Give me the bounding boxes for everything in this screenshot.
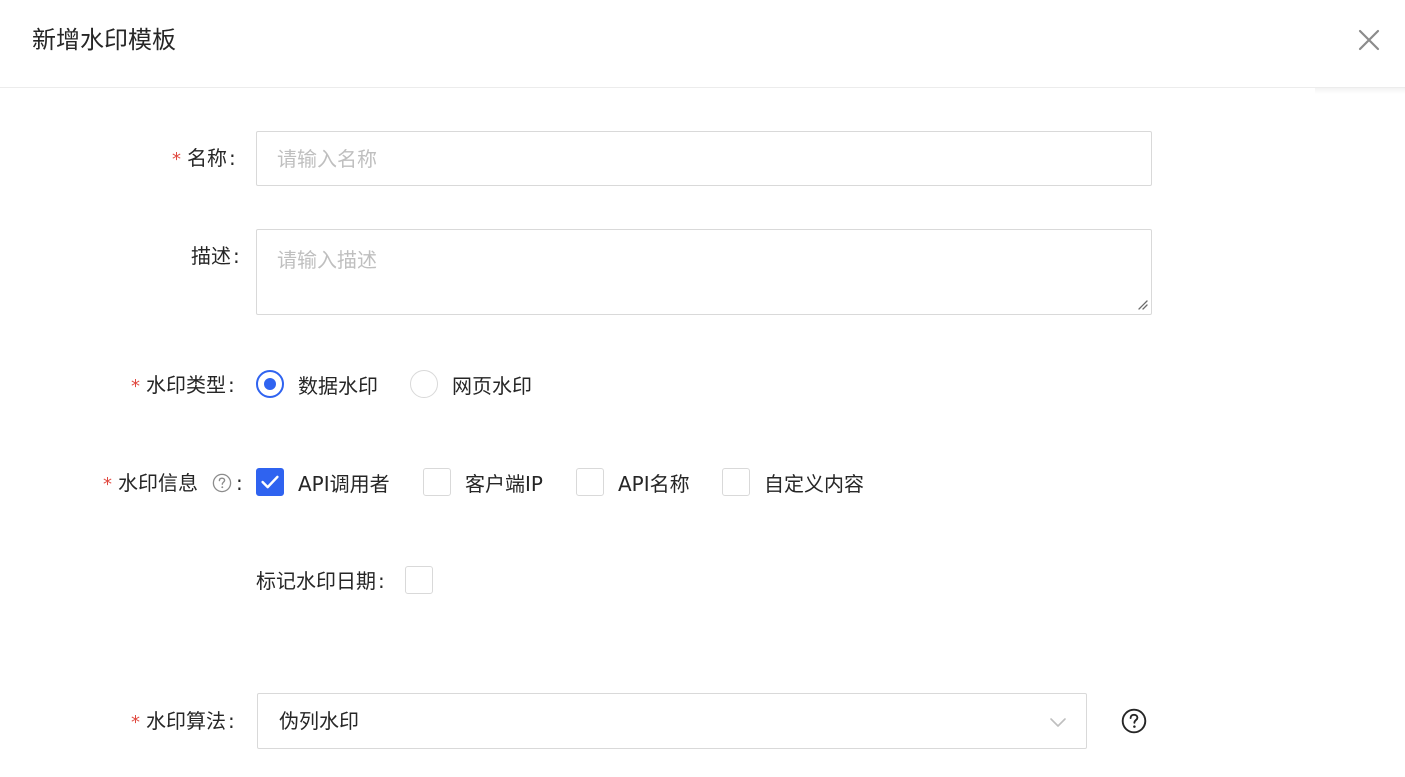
watermark-info-colon: :: [236, 471, 243, 495]
mark-date-label: 标记水印日期:: [256, 567, 385, 595]
resize-grip-icon[interactable]: [1136, 298, 1148, 310]
label-colon: :: [229, 146, 236, 170]
watermark-info-label-text: 水印信息: [118, 471, 198, 495]
close-icon[interactable]: [1356, 27, 1382, 53]
algorithm-select-value: 伪列水印: [279, 709, 359, 733]
radio-data-watermark-label[interactable]: 数据水印: [298, 372, 378, 400]
checkbox-custom-content[interactable]: [722, 468, 750, 496]
checkbox-client-ip-label[interactable]: 客户端IP: [465, 470, 543, 498]
checkbox-api-name-label[interactable]: API名称: [618, 470, 690, 498]
mark-date-label-text: 标记水印日期: [256, 569, 376, 593]
label-colon: :: [228, 373, 235, 397]
required-mark: *: [172, 149, 181, 170]
algorithm-label: * 水印算法:: [131, 707, 235, 737]
watermark-info-label: * 水印信息: [103, 469, 198, 499]
watermark-type-label: * 水印类型:: [131, 371, 235, 401]
required-mark: *: [131, 712, 140, 733]
required-mark: *: [103, 474, 112, 495]
name-input[interactable]: [256, 131, 1152, 186]
algorithm-select[interactable]: 伪列水印: [257, 693, 1087, 749]
checkbox-client-ip[interactable]: [423, 468, 451, 496]
header-shadow: [1315, 88, 1405, 94]
description-label-text: 描述: [191, 244, 231, 268]
question-circle-icon[interactable]: [1121, 708, 1147, 734]
radio-data-watermark[interactable]: [256, 370, 284, 398]
checkbox-custom-content-label[interactable]: 自定义内容: [764, 470, 864, 498]
watermark-type-label-text: 水印类型: [146, 373, 226, 397]
chevron-down-icon: [1050, 718, 1066, 727]
radio-web-watermark-label[interactable]: 网页水印: [452, 372, 532, 400]
check-icon: [261, 475, 279, 489]
description-textarea[interactable]: [256, 229, 1152, 315]
description-label: 描述:: [191, 242, 240, 270]
question-circle-icon[interactable]: [212, 473, 232, 493]
name-label-text: 名称: [187, 146, 227, 170]
label-colon: :: [378, 569, 385, 593]
dialog-header: 新增水印模板: [0, 0, 1405, 88]
dialog-title: 新增水印模板: [32, 26, 176, 54]
radio-web-watermark[interactable]: [410, 370, 438, 398]
required-mark: *: [131, 376, 140, 397]
checkbox-api-name[interactable]: [576, 468, 604, 496]
checkbox-mark-date[interactable]: [405, 566, 433, 594]
label-colon: :: [228, 709, 235, 733]
checkbox-api-caller[interactable]: [256, 468, 284, 496]
name-label: * 名称:: [172, 144, 236, 174]
label-colon: :: [233, 244, 240, 268]
algorithm-label-text: 水印算法: [146, 709, 226, 733]
checkbox-api-caller-label[interactable]: API调用者: [298, 470, 390, 498]
